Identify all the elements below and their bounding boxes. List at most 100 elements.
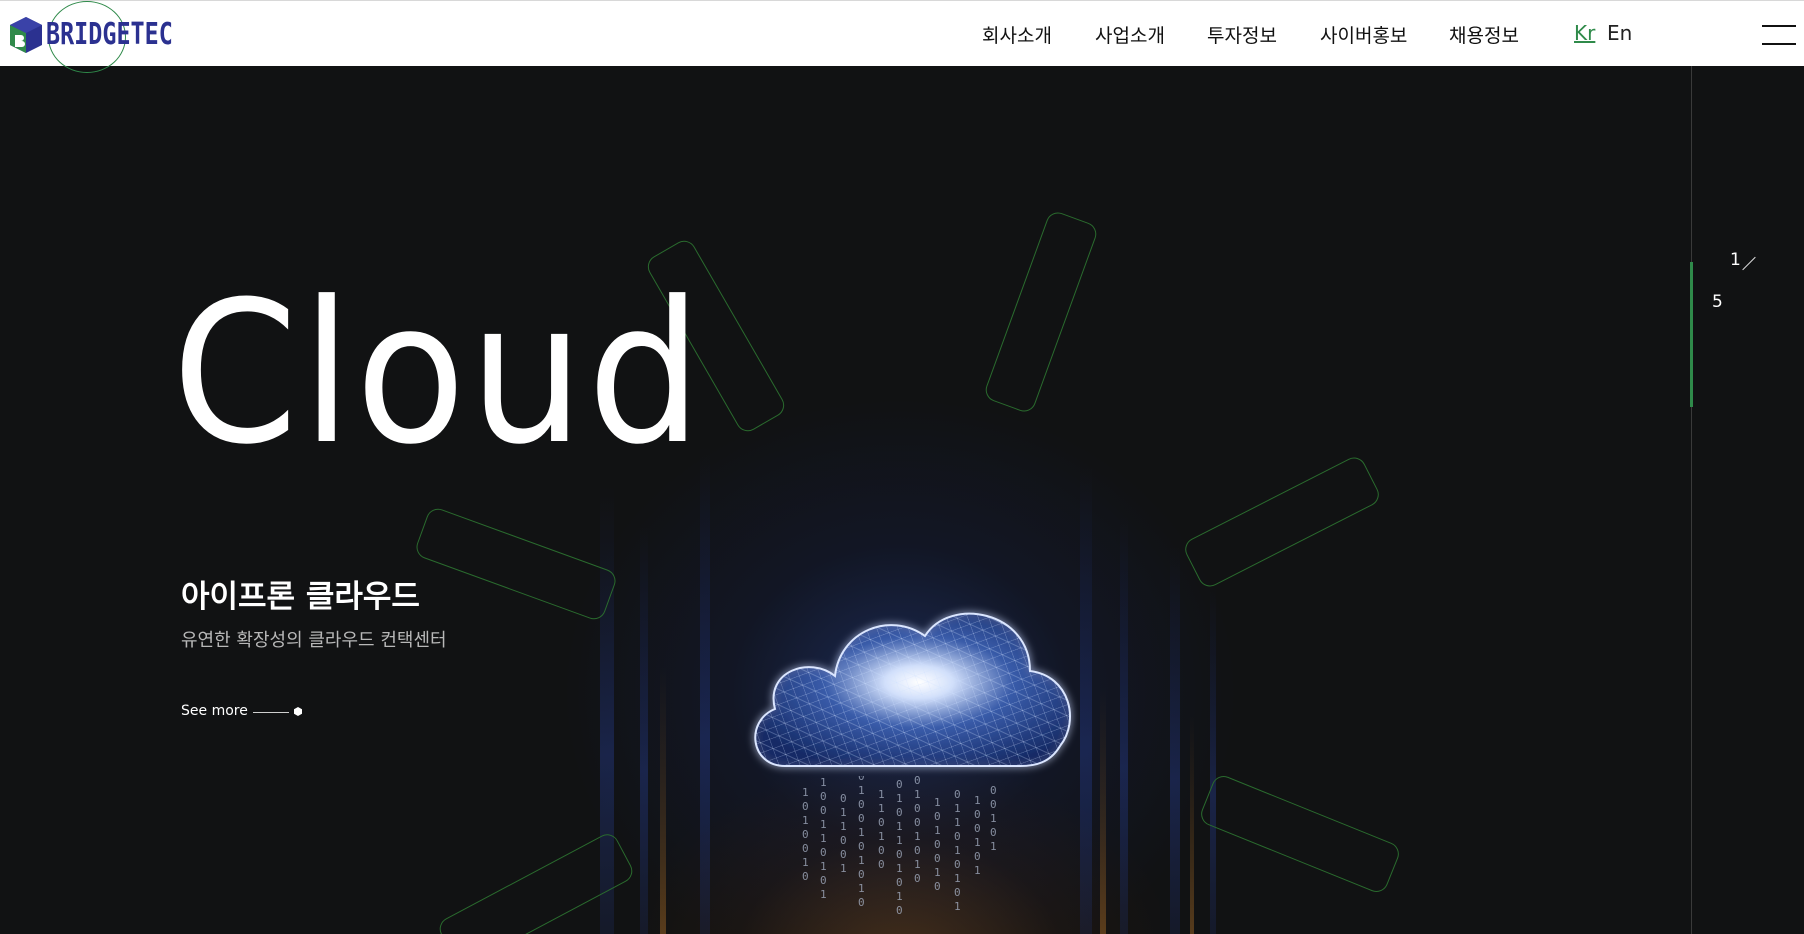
site-header: BRIDGETEC 회사소개 사업소개 투자정보 사이버홍보 채용정보 Kr E…	[0, 0, 1804, 73]
svg-text:0: 0	[802, 800, 809, 813]
svg-text:1: 1	[914, 858, 921, 871]
svg-text:0: 0	[934, 810, 941, 823]
nav-item-company[interactable]: 회사소개	[982, 21, 1052, 48]
svg-text:1: 1	[840, 806, 847, 819]
svg-text:1: 1	[896, 820, 903, 833]
svg-text:0: 0	[914, 816, 921, 829]
svg-text:0: 0	[858, 812, 865, 825]
svg-text:1: 1	[954, 816, 961, 829]
svg-text:1: 1	[802, 814, 809, 827]
svg-text:1: 1	[878, 788, 885, 801]
svg-text:0: 0	[896, 778, 903, 791]
see-more-line	[253, 712, 289, 713]
svg-text:0: 0	[802, 870, 809, 883]
svg-text:1: 1	[878, 830, 885, 843]
language-kr-link[interactable]: Kr	[1574, 21, 1595, 45]
svg-text:1: 1	[896, 834, 903, 847]
svg-text:0: 0	[858, 896, 865, 909]
svg-text:1: 1	[840, 820, 847, 833]
svg-text:0: 0	[820, 790, 827, 803]
svg-text:1: 1	[974, 836, 981, 849]
logo-wordmark: BRIDGETEC	[46, 17, 173, 52]
svg-text:1: 1	[896, 862, 903, 875]
svg-text:0: 0	[990, 826, 997, 839]
svg-text:0: 0	[858, 868, 865, 881]
svg-text:1: 1	[954, 900, 961, 913]
pagination-current: 1	[1730, 250, 1741, 270]
pagination-progress-indicator[interactable]	[1690, 262, 1693, 407]
svg-text:1: 1	[802, 856, 809, 869]
svg-text:0: 0	[954, 788, 961, 801]
svg-text:1: 1	[820, 776, 827, 789]
svg-text:0: 0	[896, 806, 903, 819]
svg-text:1: 1	[934, 824, 941, 837]
svg-text:1: 1	[840, 862, 847, 875]
pagination-total: 5	[1712, 292, 1723, 312]
hero-subtitle: 아이프론 클라우드	[181, 579, 420, 615]
svg-text:1: 1	[954, 872, 961, 885]
svg-text:0: 0	[840, 792, 847, 805]
svg-text:0: 0	[840, 848, 847, 861]
svg-text:0: 0	[954, 886, 961, 899]
svg-text:1: 1	[974, 794, 981, 807]
hamburger-menu-icon[interactable]	[1762, 25, 1796, 45]
svg-text:1: 1	[896, 776, 903, 777]
nav-item-careers[interactable]: 채용정보	[1449, 21, 1519, 48]
svg-text:0: 0	[974, 822, 981, 835]
svg-text:0: 0	[896, 848, 903, 861]
language-en-link[interactable]: En	[1607, 21, 1632, 45]
svg-text:0: 0	[934, 838, 941, 851]
svg-text:0: 0	[820, 846, 827, 859]
svg-text:0: 0	[878, 816, 885, 829]
hero-description: 유연한 확장성의 클라우드 컨택센터	[181, 630, 447, 651]
svg-text:0: 0	[954, 858, 961, 871]
svg-text:0: 0	[858, 776, 865, 783]
svg-text:0: 0	[896, 904, 903, 917]
svg-text:1: 1	[934, 796, 941, 809]
nav-item-investor[interactable]: 투자정보	[1207, 21, 1277, 48]
svg-text:0: 0	[990, 784, 997, 797]
svg-text:1: 1	[914, 788, 921, 801]
svg-text:1: 1	[990, 812, 997, 825]
pagination-rail	[1691, 66, 1692, 934]
svg-text:1: 1	[858, 882, 865, 895]
svg-text:0: 0	[840, 834, 847, 847]
svg-text:1: 1	[896, 890, 903, 903]
svg-text:0: 0	[990, 798, 997, 811]
svg-text:1: 1	[914, 830, 921, 843]
svg-text:0: 0	[878, 858, 885, 871]
svg-text:1: 1	[858, 854, 865, 867]
svg-text:1: 1	[896, 792, 903, 805]
svg-text:0: 0	[802, 842, 809, 855]
nav-item-business[interactable]: 사업소개	[1095, 21, 1165, 48]
svg-text:0: 0	[802, 828, 809, 841]
svg-text:1: 1	[954, 802, 961, 815]
logo[interactable]: BRIDGETEC	[6, 1, 196, 73]
svg-text:1: 1	[820, 888, 827, 901]
svg-text:0: 0	[878, 844, 885, 857]
svg-text:0: 0	[914, 872, 921, 885]
svg-text:0: 0	[934, 852, 941, 865]
svg-text:0: 0	[820, 804, 827, 817]
svg-text:1: 1	[858, 826, 865, 839]
svg-text:1: 1	[820, 832, 827, 845]
svg-text:1: 1	[802, 786, 809, 799]
svg-text:0: 0	[914, 776, 921, 787]
svg-text:0: 0	[914, 844, 921, 857]
svg-text:0: 0	[820, 874, 827, 887]
nav-item-cyber-pr[interactable]: 사이버홍보	[1320, 21, 1407, 48]
svg-text:1: 1	[858, 784, 865, 797]
svg-text:1: 1	[820, 818, 827, 831]
svg-text:1: 1	[820, 860, 827, 873]
svg-text:0: 0	[974, 808, 981, 821]
svg-text:1: 1	[878, 802, 885, 815]
svg-text:1: 1	[990, 840, 997, 853]
binary-data-stream-decoration: 1010010 100110101 011001 0100101010 1101…	[802, 776, 997, 917]
svg-text:1: 1	[954, 844, 961, 857]
svg-text:0: 0	[858, 840, 865, 853]
glowing-network-cloud-illustration	[754, 612, 1071, 767]
svg-text:0: 0	[974, 850, 981, 863]
svg-text:0: 0	[858, 798, 865, 811]
hero-section: 1010010 100110101 011001 0100101010 1101…	[0, 66, 1804, 934]
svg-text:0: 0	[896, 876, 903, 889]
